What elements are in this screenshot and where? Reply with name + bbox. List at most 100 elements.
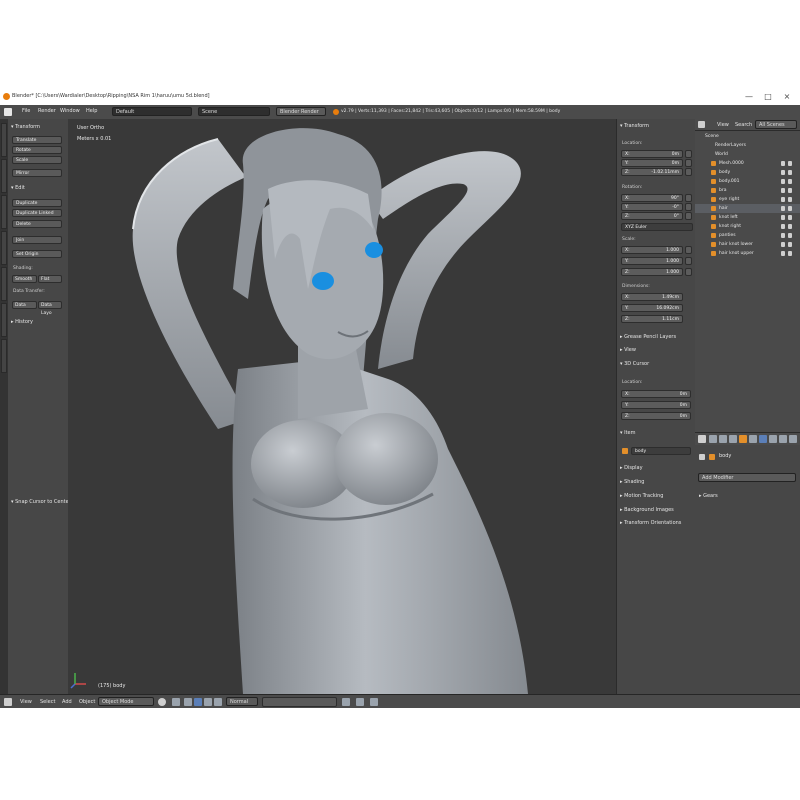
cursor-icon[interactable] [788,242,792,247]
snap-icon[interactable] [356,698,364,706]
close-button[interactable]: × [781,91,793,103]
transform-orientations-panel[interactable]: ▸ Transform Orientations [620,520,681,526]
eye-icon[interactable] [781,188,785,193]
background-images-panel[interactable]: ▸ Background Images [620,507,674,513]
delete-button[interactable]: Delete [12,220,62,228]
texture-tab-icon[interactable] [789,435,797,443]
menu-view[interactable]: View [20,699,32,705]
scale-button[interactable]: Scale [12,156,62,164]
transform-panel-header[interactable]: ▾ Transform [11,124,40,130]
outliner-row-hair-knot-lower[interactable]: hair knot lower [695,240,800,249]
tab-relations[interactable] [1,195,7,229]
outliner-row-mesh[interactable]: Mesh.0000 [695,159,800,168]
translate-manipulator-icon[interactable] [194,698,202,706]
tab-grease-pencil[interactable] [1,303,7,337]
outliner-filter-dropdown[interactable]: All Scenes [755,120,797,129]
eye-icon[interactable] [781,161,785,166]
translate-button[interactable]: Translate [12,136,62,144]
outliner-row-knot-right[interactable]: knot right [695,222,800,231]
flat-button[interactable]: Flat [38,275,62,283]
mode-dropdown[interactable]: Object Mode [98,697,154,706]
scale-y-field[interactable]: Y: 1.000 [621,257,683,265]
lock-icon[interactable] [685,212,692,220]
cursor-icon[interactable] [788,188,792,193]
rotate-manipulator-icon[interactable] [204,698,212,706]
location-y-field[interactable]: Y: 0m [621,159,683,167]
eye-icon[interactable] [781,224,785,229]
outliner-row-body[interactable]: body [695,168,800,177]
history-panel-header[interactable]: ▸ History [11,319,33,325]
scale-z-field[interactable]: Z: 1.000 [621,268,683,276]
editor-type-icon[interactable] [4,108,12,116]
snap-cursor-operator-panel[interactable]: ▾ Snap Cursor to Center [11,499,71,505]
tab-tools[interactable] [1,123,7,157]
minimize-button[interactable]: — [743,91,755,103]
eye-icon[interactable] [781,170,785,175]
data-tab-icon[interactable] [769,435,777,443]
cursor-icon[interactable] [788,233,792,238]
data-button[interactable]: Data [12,301,37,309]
layer-buttons[interactable] [262,697,337,707]
lock-icon[interactable] [685,159,692,167]
grease-pencil-layers-panel[interactable]: ▸ Grease Pencil Layers [620,334,676,340]
item-panel-header[interactable]: ▾ Item [620,430,636,436]
scene-tab-icon[interactable] [729,435,737,443]
location-x-field[interactable]: X: 0m [621,150,683,158]
lock-icon[interactable] [685,168,692,176]
item-name-field[interactable]: body [631,447,691,455]
outliner-menu-view[interactable]: View [717,122,729,128]
motion-tracking-panel[interactable]: ▸ Motion Tracking [620,493,663,499]
dimensions-z-field[interactable]: Z: 1.11cm [621,315,683,323]
scene-selector[interactable]: Scene [198,107,270,116]
render-preview-icon[interactable] [370,698,378,706]
cursor-icon[interactable] [788,161,792,166]
tab-import[interactable] [1,339,7,373]
rotation-y-field[interactable]: Y: -0° [621,203,683,211]
outliner-row-renderlayers[interactable]: RenderLayers [695,141,800,150]
menu-help[interactable]: Help [86,108,97,114]
pin-icon[interactable] [699,454,705,460]
eye-icon[interactable] [781,251,785,256]
outliner-row-bra[interactable]: bra [695,186,800,195]
duplicate-linked-button[interactable]: Duplicate Linked [12,209,62,217]
rotation-x-field[interactable]: X: 90° [621,194,683,202]
menu-file[interactable]: File [22,108,30,114]
menu-object[interactable]: Object [79,699,95,705]
3d-cursor-panel[interactable]: ▾ 3D Cursor [620,361,649,367]
outliner-row-scene[interactable]: Scene [695,132,800,141]
smooth-button[interactable]: Smooth [12,275,37,283]
display-panel[interactable]: ▸ Display [620,465,643,471]
join-button[interactable]: Join [12,236,62,244]
edit-panel-header[interactable]: ▾ Edit [11,185,25,191]
rotation-mode-dropdown[interactable]: XYZ Euler [621,223,693,231]
object-tab-icon[interactable] [739,435,747,443]
scale-manipulator-icon[interactable] [214,698,222,706]
material-tab-icon[interactable] [779,435,787,443]
layers-tab-icon[interactable] [719,435,727,443]
cursor-icon[interactable] [788,179,792,184]
eye-icon[interactable] [781,242,785,247]
outliner-editor-icon[interactable] [698,121,705,128]
view-panel[interactable]: ▸ View [620,347,636,353]
data-layout-button[interactable]: Data Layo [38,301,62,316]
lock-icon[interactable] [685,194,692,202]
lock-icon[interactable] [685,257,692,265]
outliner-row-knot-left[interactable]: knot left [695,213,800,222]
eye-icon[interactable] [781,233,785,238]
eye-icon[interactable] [781,206,785,211]
tab-create[interactable] [1,159,7,193]
eye-icon[interactable] [781,215,785,220]
menu-window[interactable]: Window [60,108,80,114]
outliner-row-panties[interactable]: panties [695,231,800,240]
lock-camera-icon[interactable] [342,698,350,706]
lock-icon[interactable] [685,150,692,158]
cursor-icon[interactable] [788,251,792,256]
outliner-menu-search[interactable]: Search [735,122,752,128]
3d-viewport[interactable]: User Ortho Meters x 0.01 (175) body [68,119,616,694]
duplicate-button[interactable]: Duplicate [12,199,62,207]
cursor-icon[interactable] [788,215,792,220]
cursor-icon[interactable] [788,206,792,211]
eye-icon[interactable] [781,179,785,184]
cursor-y-field[interactable]: Y: 0m [621,401,691,409]
outliner-row-hair[interactable]: hair [695,204,800,213]
